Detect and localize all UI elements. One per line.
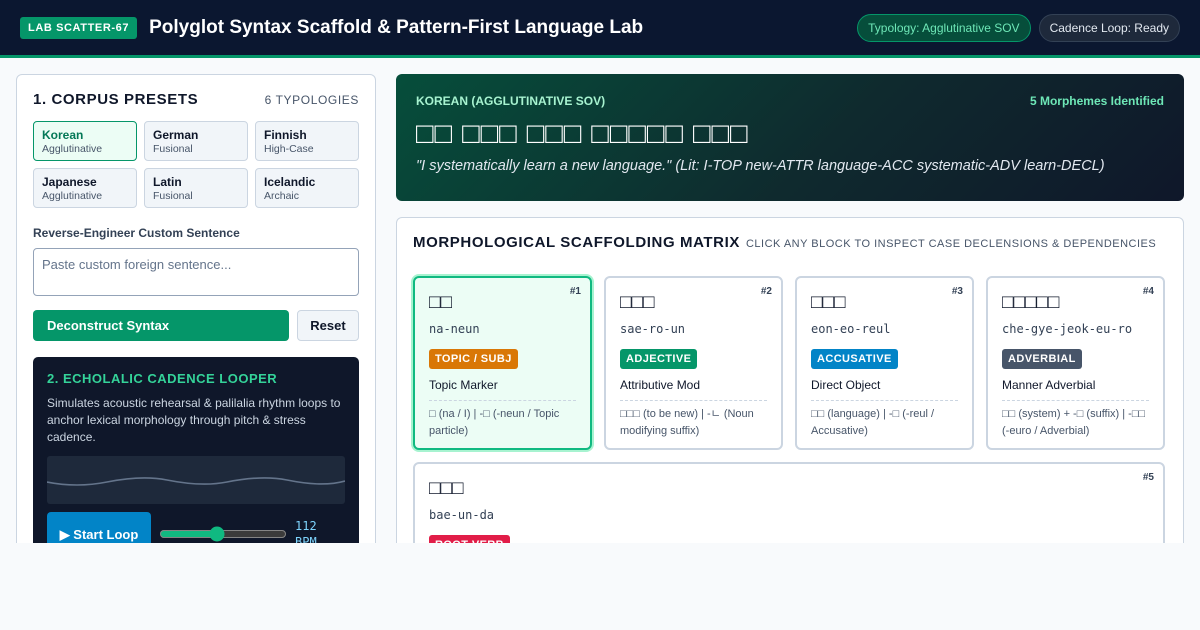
block-tag: ACCUSATIVE — [811, 349, 898, 369]
preset-japanese[interactable]: Japanese Agglutinative — [33, 168, 137, 208]
morpheme-block-2[interactable]: #2 □□□ sae-ro-un ADJECTIVE Attributive M… — [604, 276, 783, 450]
bpm-readout: 112 BPM — [295, 518, 317, 543]
bpm-value: 112 — [295, 519, 317, 533]
block-script: □□□□□ — [1002, 292, 1060, 313]
preset-typology: Agglutinative — [42, 143, 103, 155]
preset-typology: Fusional — [153, 190, 193, 202]
preset-name: Korean — [42, 128, 84, 142]
block-number: #1 — [569, 286, 581, 297]
block-romanization: bae-un-da — [429, 508, 495, 522]
matrix-header: MORPHOLOGICAL SCAFFOLDING MATRIX CLICK A… — [413, 234, 1167, 251]
waveform-icon — [47, 477, 345, 486]
preset-name: Japanese — [42, 175, 97, 189]
block-romanization: eon-eo-reul — [811, 322, 891, 336]
block-script: □□□ — [811, 292, 846, 313]
waveform-display — [47, 456, 345, 504]
cadence-looper-title: 2. ECHOLALIC CADENCE LOOPER — [47, 371, 278, 386]
app-title: Polyglot Syntax Scaffold & Pattern-First… — [149, 16, 644, 38]
block-number: #2 — [760, 286, 772, 297]
preset-grid: Korean Agglutinative German Fusional Fin… — [33, 121, 359, 208]
preset-typology: High-Case — [264, 143, 314, 155]
status-pills: Typology: Agglutinative SOV Cadence Loop… — [857, 13, 1180, 42]
block-tag: ADVERBIAL — [1002, 349, 1082, 369]
preset-name: German — [153, 128, 199, 142]
loop-controls: ▶ Start Loop 112 BPM — [47, 512, 345, 543]
block-tag: ROOT VERB — [429, 535, 510, 543]
block-role: Attributive Mod — [620, 378, 701, 392]
block-romanization: che-gye-jeok-eu-ro — [1002, 322, 1133, 336]
cadence-looper-panel: 2. ECHOLALIC CADENCE LOOPER Simulates ac… — [33, 357, 359, 543]
typology-pill: Typology: Agglutinative SOV — [857, 13, 1031, 42]
morpheme-block-5[interactable]: #5 □□□ bae-un-da ROOT VERB — [413, 462, 1165, 543]
top-bar: LAB SCATTER-67 Polyglot Syntax Scaffold … — [0, 0, 1200, 58]
preset-latin[interactable]: Latin Fusional — [144, 168, 248, 208]
corpus-panel-header: 1. CORPUS PRESETS 6 TYPOLOGIES — [33, 91, 359, 108]
hero-language: KOREAN (AGGLUTINATIVE SOV) — [416, 94, 606, 108]
block-gloss: □□ (language) | -□ (-reul / Accusative) — [811, 400, 958, 440]
preset-korean[interactable]: Korean Agglutinative — [33, 121, 137, 161]
lab-badge: LAB SCATTER-67 — [20, 16, 138, 39]
preset-typology: Agglutinative — [42, 190, 103, 202]
sentence-translation: "I systematically learn a new language."… — [416, 158, 1105, 174]
block-gloss: □ (na / I) | -□ (-neun / Topic particle) — [429, 400, 576, 440]
block-script: □□ — [429, 292, 452, 313]
hero-header: KOREAN (AGGLUTINATIVE SOV) 5 Morphemes I… — [416, 94, 1164, 108]
preset-name: Icelandic — [264, 175, 316, 189]
morpheme-count: 5 Morphemes Identified — [1029, 94, 1164, 108]
matrix-title: MORPHOLOGICAL SCAFFOLDING MATRIX — [413, 234, 740, 251]
preset-typology: Fusional — [153, 143, 193, 155]
action-buttons: Deconstruct Syntax Reset — [33, 310, 359, 341]
block-number: #5 — [1142, 472, 1154, 483]
block-role: Topic Marker — [429, 378, 498, 392]
block-gloss: □□□ (to be new) | -ㄴ (Noun modifying suf… — [620, 400, 767, 440]
preset-icelandic[interactable]: Icelandic Archaic — [255, 168, 359, 208]
block-tag: ADJECTIVE — [620, 349, 698, 369]
reset-button[interactable]: Reset — [297, 310, 359, 341]
block-romanization: na-neun — [429, 322, 480, 336]
morpheme-block-1[interactable]: #1 □□ na-neun TOPIC / SUBJ Topic Marker … — [413, 276, 592, 450]
block-number: #4 — [1142, 286, 1154, 297]
typology-count: 6 TYPOLOGIES — [264, 92, 359, 107]
block-gloss: □□ (system) + -□ (suffix) | -□□ (-euro /… — [1002, 400, 1149, 440]
preset-finnish[interactable]: Finnish High-Case — [255, 121, 359, 161]
block-role: Manner Adverbial — [1002, 378, 1096, 392]
block-number: #3 — [951, 286, 963, 297]
custom-sentence-label: Reverse-Engineer Custom Sentence — [33, 226, 240, 240]
corpus-presets-title: 1. CORPUS PRESETS — [33, 91, 199, 108]
block-script: □□□ — [620, 292, 655, 313]
preset-typology: Archaic — [264, 190, 300, 202]
source-sentence: □□ □□□ □□□ □□□□□ □□□ — [416, 118, 749, 150]
block-tag: TOPIC / SUBJ — [429, 349, 518, 369]
block-romanization: sae-ro-un — [620, 322, 686, 336]
morpheme-block-3[interactable]: #3 □□□ eon-eo-reul ACCUSATIVE Direct Obj… — [795, 276, 974, 450]
morpheme-cards: #1 □□ na-neun TOPIC / SUBJ Topic Marker … — [413, 276, 1167, 543]
preset-name: Latin — [153, 175, 182, 189]
cadence-description: Simulates acoustic rehearsal & palilalia… — [47, 396, 341, 444]
sentence-hero: KOREAN (AGGLUTINATIVE SOV) 5 Morphemes I… — [396, 74, 1184, 201]
corpus-panel: 1. CORPUS PRESETS 6 TYPOLOGIES Korean Ag… — [16, 74, 376, 543]
block-script: □□□ — [429, 478, 464, 499]
preset-german[interactable]: German Fusional — [144, 121, 248, 161]
custom-sentence-input[interactable] — [33, 248, 359, 296]
start-loop-button[interactable]: ▶ Start Loop — [47, 512, 151, 543]
morphological-matrix: MORPHOLOGICAL SCAFFOLDING MATRIX CLICK A… — [396, 217, 1184, 543]
deconstruct-syntax-button[interactable]: Deconstruct Syntax — [33, 310, 289, 341]
preset-name: Finnish — [264, 128, 307, 142]
cadence-status-pill: Cadence Loop: Ready — [1038, 13, 1180, 42]
bpm-unit: BPM — [295, 535, 317, 543]
block-role: Direct Object — [811, 378, 881, 392]
content-viewport: 1. CORPUS PRESETS 6 TYPOLOGIES Korean Ag… — [0, 58, 1200, 543]
morpheme-block-4[interactable]: #4 □□□□□ che-gye-jeok-eu-ro ADVERBIAL Ma… — [986, 276, 1165, 450]
bpm-slider[interactable] — [159, 526, 287, 542]
matrix-hint: CLICK ANY BLOCK TO INSPECT CASE DECLENSI… — [745, 238, 1157, 250]
